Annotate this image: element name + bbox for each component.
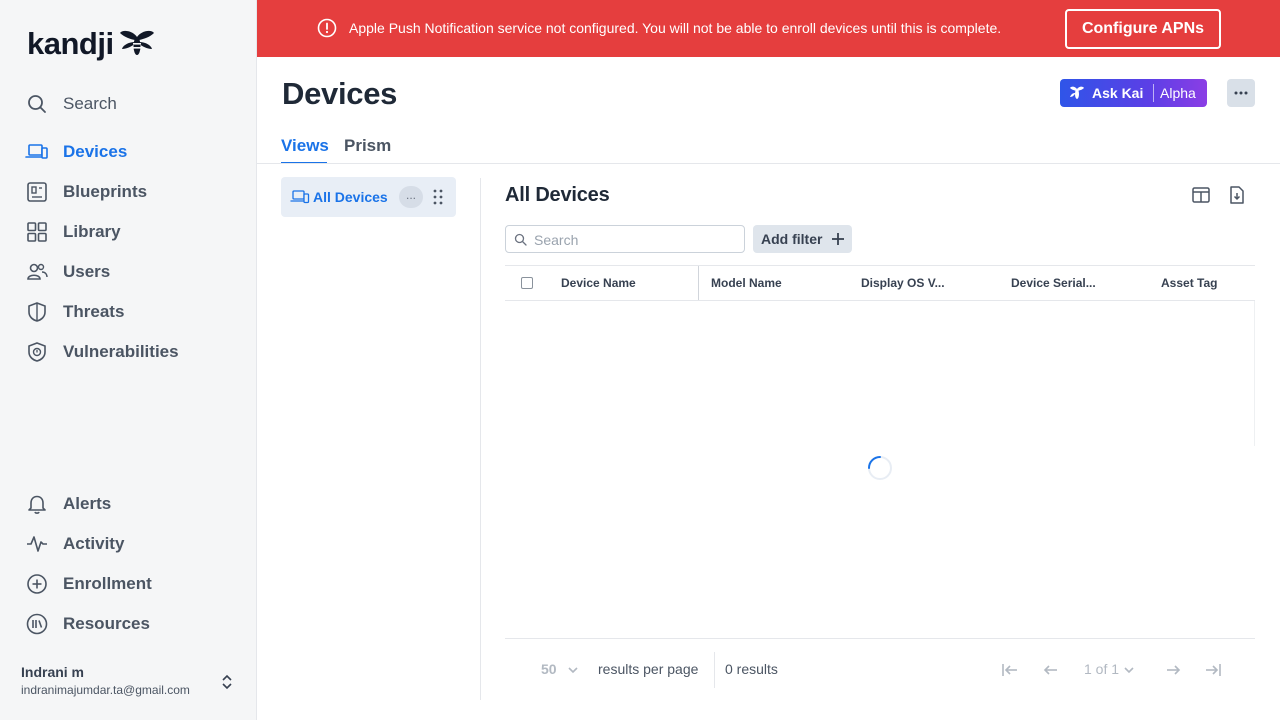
view-item-label: All Devices <box>313 189 388 205</box>
tab-views[interactable]: Views <box>281 136 329 156</box>
sidebar-item-label: Blueprints <box>63 182 148 201</box>
search-input[interactable] <box>534 230 734 250</box>
ask-kai-divider <box>1153 84 1154 102</box>
column-resize-handle[interactable] <box>698 266 699 300</box>
threats-icon <box>25 300 49 324</box>
sidebar-item-blueprints[interactable]: Blueprints <box>25 180 147 204</box>
sidebar-item-resources[interactable]: Resources <box>25 612 150 636</box>
devices-icon <box>290 190 310 204</box>
sidebar-item-devices[interactable]: Devices <box>25 140 127 164</box>
user-profile[interactable]: Indrani m indranimajumdar.ta@gmail.com <box>21 664 190 697</box>
sidebar-item-threats[interactable]: Threats <box>25 300 124 324</box>
logo-text: kandji <box>27 26 114 61</box>
resources-icon <box>25 612 49 636</box>
sidebar-item-vulnerabilities[interactable]: Vulnerabilities <box>25 340 179 364</box>
activity-icon <box>25 532 49 556</box>
per-page-label: results per page <box>598 661 699 677</box>
column-device-serial[interactable]: Device Serial... <box>1011 276 1096 290</box>
bell-icon <box>25 492 49 516</box>
sidebar-item-label: Users <box>63 262 111 281</box>
user-email: indranimajumdar.ta@gmail.com <box>21 683 190 697</box>
sidebar-search-label: Search <box>63 94 117 113</box>
more-horizontal-icon <box>1234 91 1248 95</box>
alpha-badge: Alpha <box>1160 85 1196 101</box>
sidebar-item-label: Alerts <box>63 494 112 513</box>
kai-bee-icon <box>1070 86 1084 99</box>
sidebar-item-label: Resources <box>63 614 150 633</box>
table-scroll-edge <box>1254 301 1255 446</box>
list-title: All Devices <box>505 184 610 206</box>
previous-page-icon[interactable] <box>1042 662 1060 678</box>
tab-prism[interactable]: Prism <box>344 136 391 156</box>
view-more-button[interactable]: ... <box>399 186 423 208</box>
sidebar-item-enrollment[interactable]: Enrollment <box>25 572 152 596</box>
configure-apns-button[interactable]: Configure APNs <box>1065 9 1221 49</box>
add-filter-label: Add filter <box>761 231 823 247</box>
chevron-up-down-icon[interactable] <box>219 673 235 691</box>
sidebar-item-users[interactable]: Users <box>25 260 110 284</box>
select-all-checkbox[interactable] <box>521 277 533 289</box>
search-icon <box>25 92 49 116</box>
bee-icon <box>119 30 154 55</box>
loading-spinner-icon <box>868 456 892 480</box>
first-page-icon[interactable] <box>1001 662 1019 678</box>
kandji-logo[interactable]: kandji <box>27 26 156 62</box>
apns-warning-banner: Apple Push Notification service not conf… <box>257 0 1280 57</box>
column-device-name[interactable]: Device Name <box>561 276 636 290</box>
page-title: Devices <box>282 76 398 111</box>
library-icon <box>25 220 49 244</box>
sidebar-item-alerts[interactable]: Alerts <box>25 492 111 516</box>
export-icon[interactable] <box>1227 185 1247 205</box>
footer-divider <box>505 638 1255 639</box>
next-page-icon[interactable] <box>1164 662 1182 678</box>
column-model-name[interactable]: Model Name <box>711 276 782 290</box>
per-page-select[interactable]: 50 <box>541 661 557 677</box>
ask-kai-label: Ask Kai <box>1092 85 1144 101</box>
columns-icon[interactable] <box>1191 185 1211 205</box>
drag-handle-icon[interactable] <box>431 188 445 206</box>
search-input-wrapper <box>505 225 745 253</box>
ask-kai-button[interactable]: Ask Kai Alpha <box>1060 79 1207 107</box>
results-count: 0 results <box>725 661 778 677</box>
sidebar-item-library[interactable]: Library <box>25 220 121 244</box>
sidebar-item-label: Library <box>63 222 121 241</box>
chevron-down-icon[interactable] <box>1123 664 1135 676</box>
more-options-button[interactable] <box>1227 79 1255 107</box>
table-header: Device Name Model Name Display OS V... D… <box>505 265 1255 301</box>
footer-separator <box>714 652 715 688</box>
column-asset-tag[interactable]: Asset Tag <box>1161 276 1217 290</box>
add-filter-button[interactable]: Add filter <box>753 225 852 253</box>
sidebar-item-activity[interactable]: Activity <box>25 532 124 556</box>
blueprints-icon <box>25 180 49 204</box>
users-icon <box>25 260 49 284</box>
sidebar-item-label: Threats <box>63 302 125 321</box>
panel-divider <box>480 178 481 700</box>
last-page-icon[interactable] <box>1204 662 1222 678</box>
vulnerabilities-icon <box>25 340 49 364</box>
sidebar-item-label: Vulnerabilities <box>63 342 179 361</box>
devices-icon <box>25 140 49 164</box>
chevron-down-icon[interactable] <box>567 664 579 676</box>
search-icon <box>514 233 527 246</box>
page-select[interactable]: 1 of 1 <box>1084 661 1119 677</box>
column-display-os-version[interactable]: Display OS V... <box>861 276 945 290</box>
sidebar: kandji Search Devices Blueprints Library… <box>0 0 257 720</box>
sidebar-item-label: Activity <box>63 534 125 553</box>
sidebar-item-label: Devices <box>63 142 128 161</box>
sidebar-item-label: Enrollment <box>63 574 152 593</box>
alert-circle-icon <box>317 18 337 38</box>
view-item-all-devices[interactable]: All Devices ... <box>281 177 456 217</box>
banner-message: Apple Push Notification service not conf… <box>349 20 1002 36</box>
plus-circle-icon <box>25 572 49 596</box>
user-name: Indrani m <box>21 664 85 680</box>
sidebar-search[interactable]: Search <box>25 92 117 116</box>
tabs-divider <box>257 163 1280 164</box>
plus-icon <box>832 233 844 245</box>
